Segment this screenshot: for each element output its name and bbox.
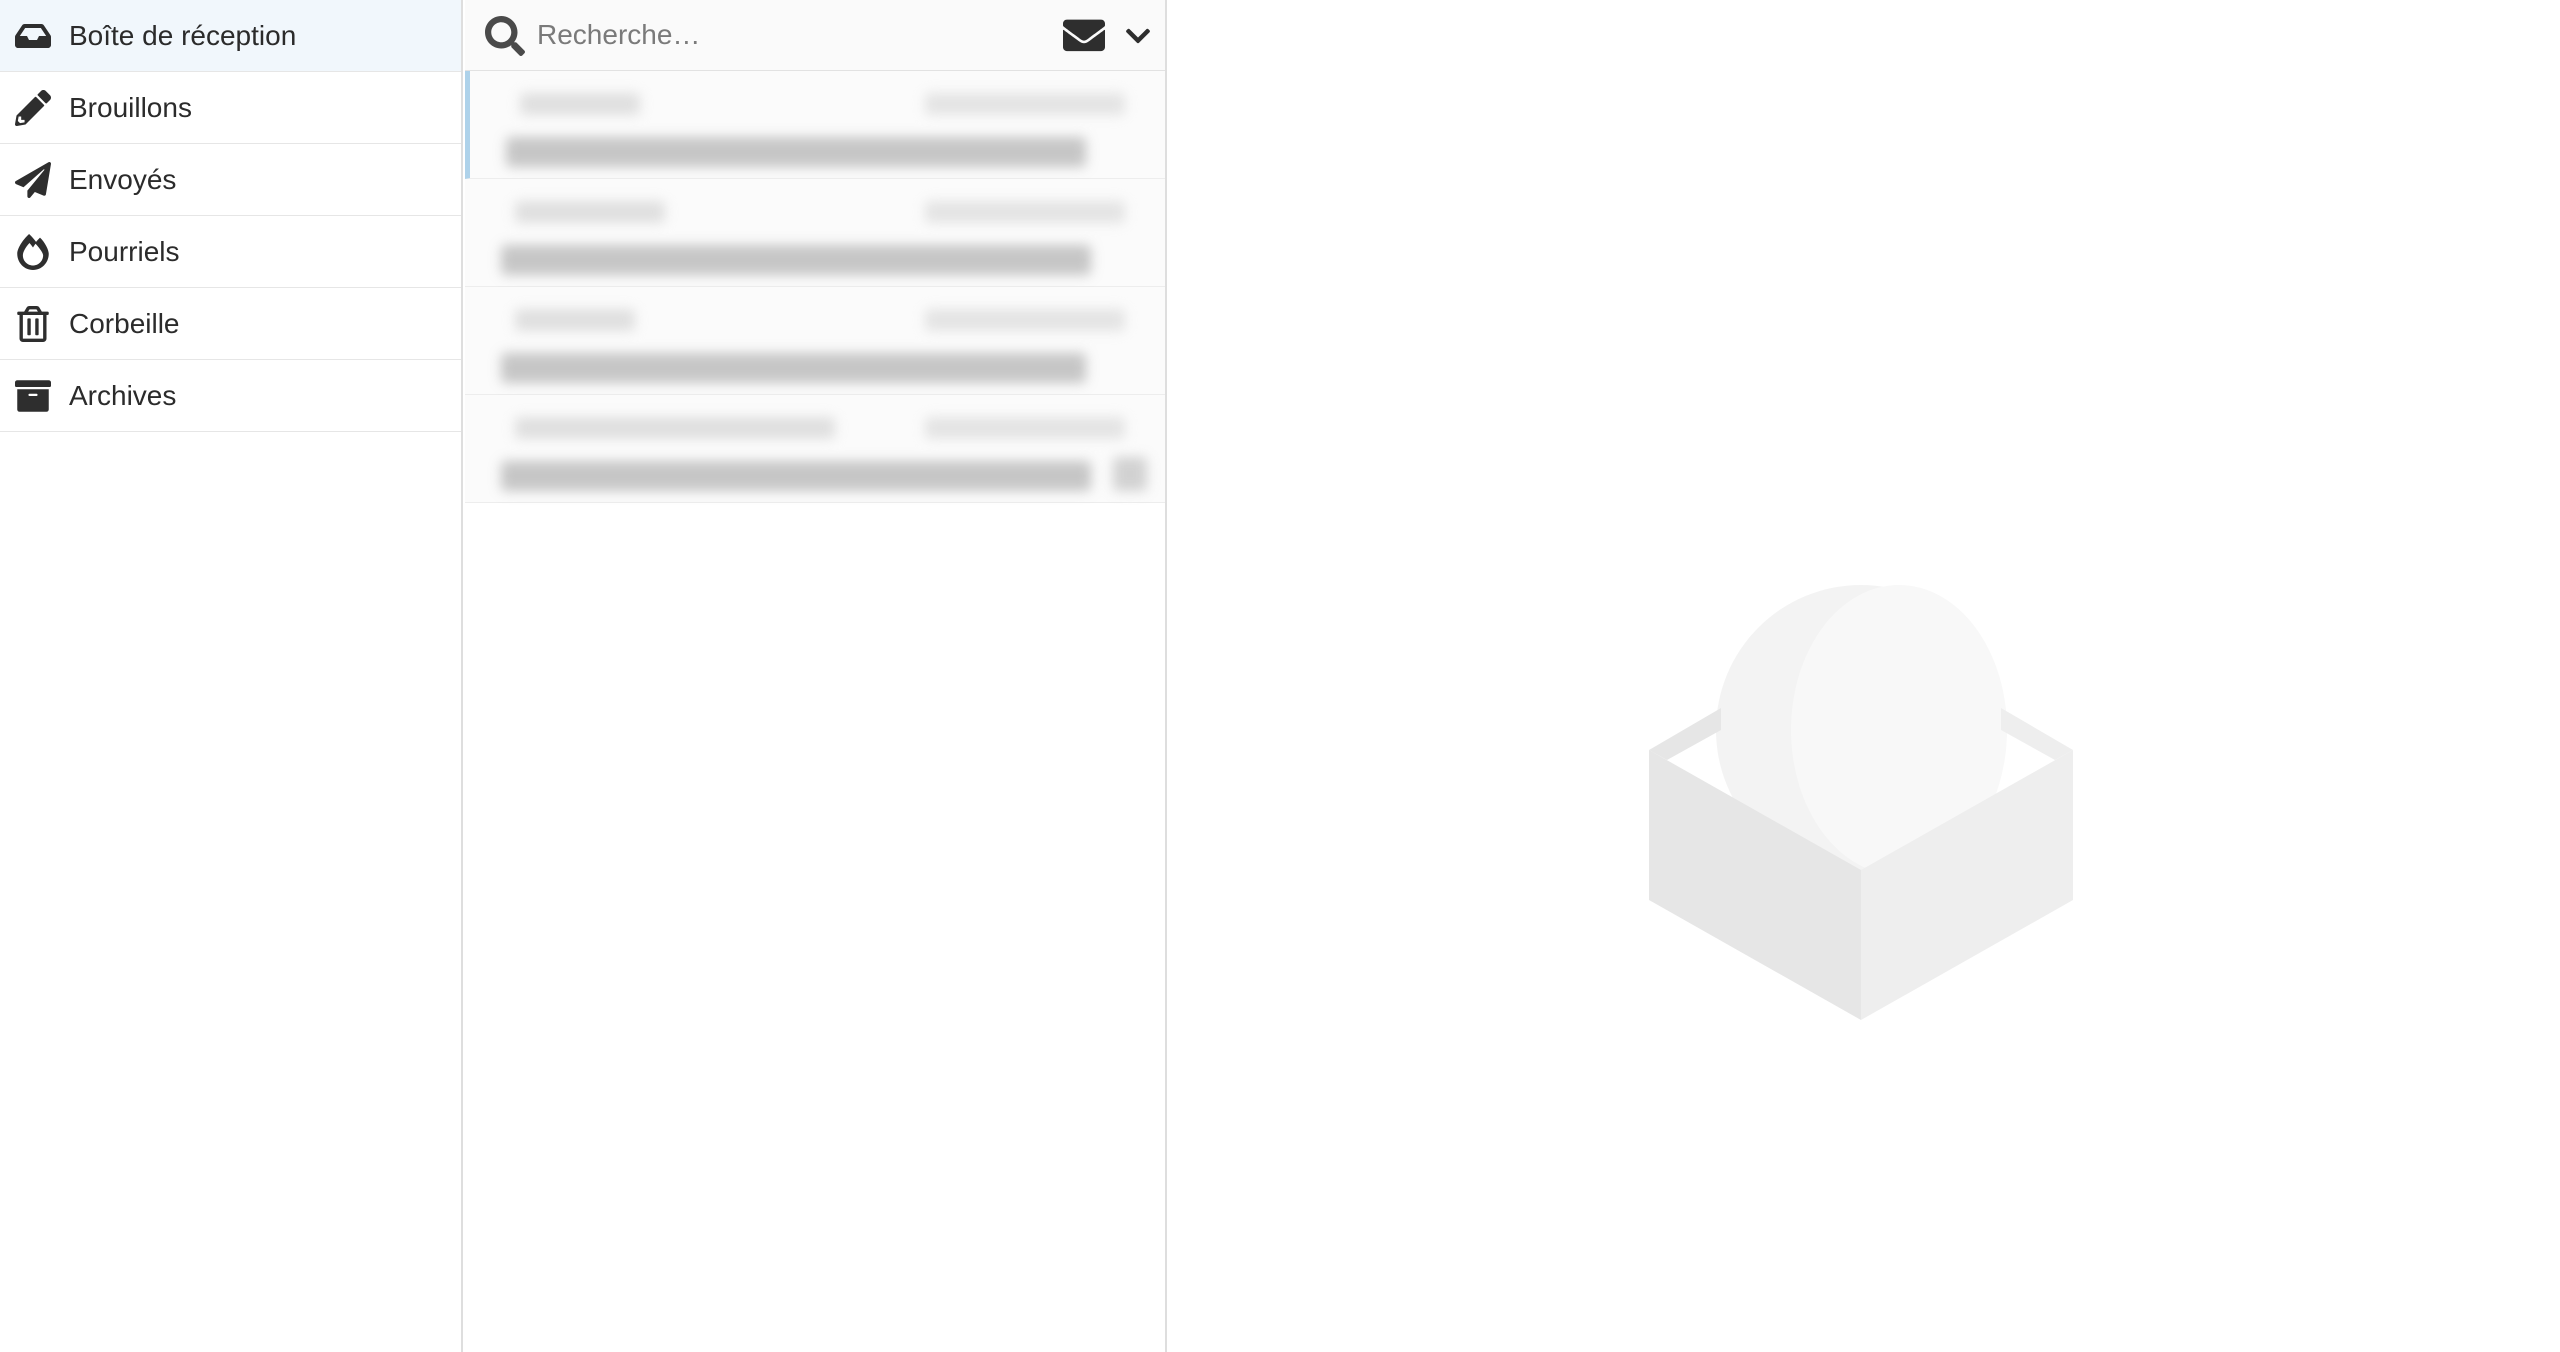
blurred-content xyxy=(465,395,1165,502)
sidebar-item-trash[interactable]: Corbeille xyxy=(0,288,461,360)
empty-inbox-illustration xyxy=(1649,585,2073,1020)
folder-sidebar: Boîte de réception Brouillons Envoyés Po… xyxy=(0,0,463,1352)
message-row[interactable] xyxy=(465,71,1165,179)
message-list-panel xyxy=(465,0,1167,1352)
pencil-icon xyxy=(14,89,52,127)
fire-icon xyxy=(14,233,52,271)
message-row[interactable] xyxy=(465,179,1165,287)
sidebar-item-spam[interactable]: Pourriels xyxy=(0,216,461,288)
sidebar-item-archives[interactable]: Archives xyxy=(0,360,461,432)
sidebar-item-sent[interactable]: Envoyés xyxy=(0,144,461,216)
sidebar-item-label: Archives xyxy=(69,379,177,411)
message-preview-pane xyxy=(1169,0,2560,1352)
message-row[interactable] xyxy=(465,395,1165,503)
sidebar-item-label: Envoyés xyxy=(69,163,177,195)
blurred-content xyxy=(470,71,1165,178)
blurred-content xyxy=(465,179,1165,286)
inbox-icon xyxy=(14,17,52,55)
search-bar xyxy=(465,0,1165,71)
trash-icon xyxy=(14,305,52,343)
blurred-content xyxy=(465,287,1165,394)
search-icon xyxy=(485,16,525,56)
archive-box-icon xyxy=(14,377,52,415)
sidebar-item-label: Brouillons xyxy=(69,91,192,123)
envelope-icon[interactable] xyxy=(1063,18,1105,54)
search-input[interactable] xyxy=(535,12,1055,58)
sidebar-item-label: Boîte de réception xyxy=(69,19,297,51)
chevron-down-icon[interactable] xyxy=(1124,22,1152,50)
sidebar-item-label: Pourriels xyxy=(69,235,180,267)
message-row[interactable] xyxy=(465,287,1165,395)
sidebar-item-drafts[interactable]: Brouillons xyxy=(0,72,461,144)
sidebar-item-label: Corbeille xyxy=(69,307,180,339)
sidebar-item-inbox[interactable]: Boîte de réception xyxy=(0,0,461,72)
paper-plane-icon xyxy=(14,161,52,199)
